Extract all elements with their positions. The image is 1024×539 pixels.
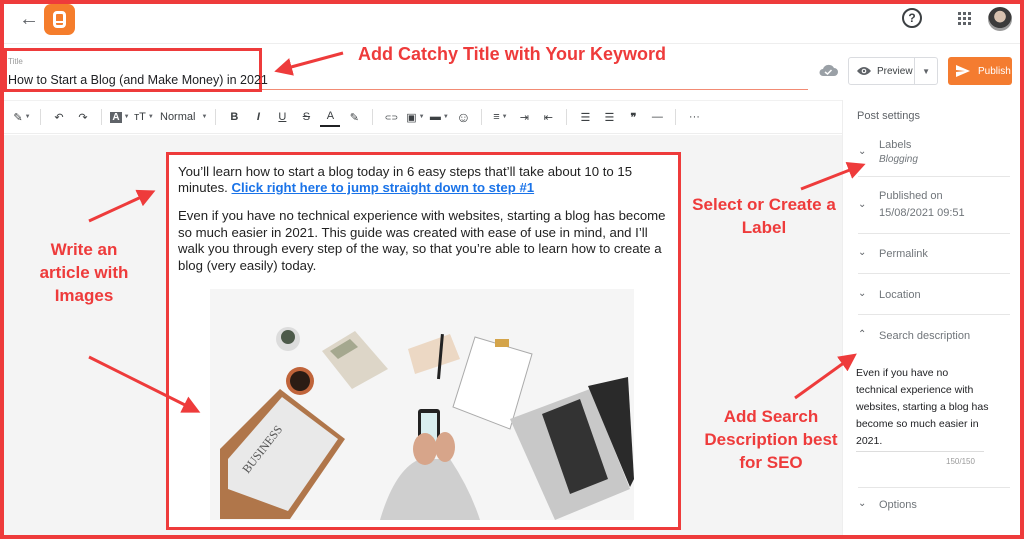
chevron-up-icon: ⌃ xyxy=(858,329,867,340)
toolbar-divider xyxy=(481,109,483,125)
settings-options[interactable]: ⌄ Options xyxy=(858,497,1010,521)
blogger-logo-icon[interactable] xyxy=(44,4,75,35)
link-button[interactable]: ⊂⊃ xyxy=(381,107,401,127)
chevron-down-icon: ⌄ xyxy=(858,288,867,299)
numbered-list-button[interactable]: ☰ xyxy=(599,107,619,127)
annotation-search-description: Add Search Description best for SEO xyxy=(704,407,838,472)
top-bar xyxy=(4,4,1020,44)
textarea-underline xyxy=(856,451,984,452)
more-options-button[interactable]: ··· xyxy=(684,107,704,127)
apps-grid-icon[interactable] xyxy=(958,12,972,26)
paragraph-intro[interactable]: You’ll learn how to start a blog today i… xyxy=(178,164,673,196)
indent-button[interactable]: ⇥ xyxy=(514,107,534,127)
paragraph-style-select[interactable]: Normal ▼ xyxy=(160,107,207,127)
underline-button[interactable]: U xyxy=(272,107,292,127)
annotation-select-label: Select or Create a Label xyxy=(692,195,836,237)
redo-button[interactable]: ↷ xyxy=(73,107,93,127)
annotation-title: Add Catchy Title with Your Keyword xyxy=(358,44,667,64)
settings-published-on[interactable]: ⌄ Published on 15/08/2021 09:51 xyxy=(858,190,1010,234)
italic-button[interactable]: I xyxy=(248,107,268,127)
settings-labels[interactable]: ⌄ Labels Blogging xyxy=(858,137,1010,177)
toolbar-divider xyxy=(101,109,102,125)
strikethrough-button[interactable]: S xyxy=(296,107,316,127)
character-counter: 150/150 xyxy=(946,457,975,466)
settings-location[interactable]: ⌄ Location xyxy=(858,287,1010,315)
title-field-label: Title xyxy=(8,57,23,66)
annotation-write-article: Write an article with Images xyxy=(39,240,129,305)
settings-permalink[interactable]: ⌄ Permalink xyxy=(858,246,1010,274)
search-description-textarea[interactable]: Even if you have no technical experience… xyxy=(856,365,992,450)
search-description-heading: Search description xyxy=(879,330,971,342)
compose-mode-button[interactable]: ✎ ▼ xyxy=(12,107,32,127)
formatting-toolbar: ✎ ▼ ↶ ↷ A ▼ тT ▼ Normal ▼ B I U S A ✎ ⊂⊃ ▣ ▼ … xyxy=(4,100,842,134)
location-heading: Location xyxy=(879,289,921,301)
bulleted-list-button[interactable]: ☰ xyxy=(575,107,595,127)
title-input[interactable]: How to Start a Blog (and Make Money) in … xyxy=(8,73,268,87)
undo-button[interactable]: ↶ xyxy=(49,107,69,127)
user-avatar[interactable] xyxy=(988,7,1012,31)
labels-value: Blogging xyxy=(879,154,918,165)
paragraph-body[interactable]: Even if you have no technical experience… xyxy=(178,208,673,274)
post-settings-title: Post settings xyxy=(857,110,920,122)
chevron-down-icon: ⌄ xyxy=(858,247,867,258)
font-size-button[interactable]: тT ▼ xyxy=(134,107,154,127)
eye-icon xyxy=(857,67,871,75)
caret-down-icon[interactable]: ▼ xyxy=(915,67,937,76)
quote-button[interactable]: ❞ xyxy=(623,107,643,127)
arrow-left-icon[interactable]: ← xyxy=(18,8,40,30)
text-color-button[interactable]: A xyxy=(320,107,341,127)
horizontal-rule-button[interactable]: — xyxy=(647,107,667,127)
emoji-button[interactable]: ☺ xyxy=(453,107,473,127)
publish-button[interactable]: Publish xyxy=(948,57,1012,85)
font-family-button[interactable]: A ▼ xyxy=(110,107,130,127)
outdent-button[interactable]: ⇤ xyxy=(538,107,558,127)
insert-image-button[interactable]: ▣ ▼ xyxy=(405,107,425,127)
jump-to-step-link[interactable]: Click right here to jump straight down t… xyxy=(232,180,535,195)
permalink-heading: Permalink xyxy=(879,248,928,260)
article-image[interactable]: BUSINESS xyxy=(210,289,634,520)
publish-label: Publish xyxy=(978,65,1011,77)
toolbar-divider xyxy=(215,109,217,125)
published-heading: Published on xyxy=(879,190,943,202)
toolbar-divider xyxy=(566,109,568,125)
send-icon xyxy=(956,65,970,77)
toolbar-divider xyxy=(40,109,41,125)
chevron-down-icon: ⌄ xyxy=(858,199,867,210)
highlight-button[interactable]: ✎ xyxy=(344,107,364,127)
align-button[interactable]: ≡ ▼ xyxy=(490,107,510,127)
cloud-saved-icon xyxy=(819,64,838,76)
options-heading: Options xyxy=(879,499,917,511)
chevron-down-icon: ⌄ xyxy=(858,498,867,509)
preview-label: Preview xyxy=(877,65,913,77)
bold-button[interactable]: B xyxy=(224,107,244,127)
chevron-down-icon: ⌄ xyxy=(858,146,867,157)
preview-button[interactable]: Preview ▼ xyxy=(848,57,938,85)
toolbar-divider xyxy=(372,109,374,125)
title-underline xyxy=(262,89,808,90)
toolbar-divider xyxy=(675,109,677,125)
published-value: 15/08/2021 09:51 xyxy=(879,207,965,219)
labels-heading: Labels xyxy=(879,139,912,151)
help-circle-icon[interactable]: ? xyxy=(902,8,922,28)
insert-video-button[interactable]: ▬ ▼ xyxy=(429,107,449,127)
